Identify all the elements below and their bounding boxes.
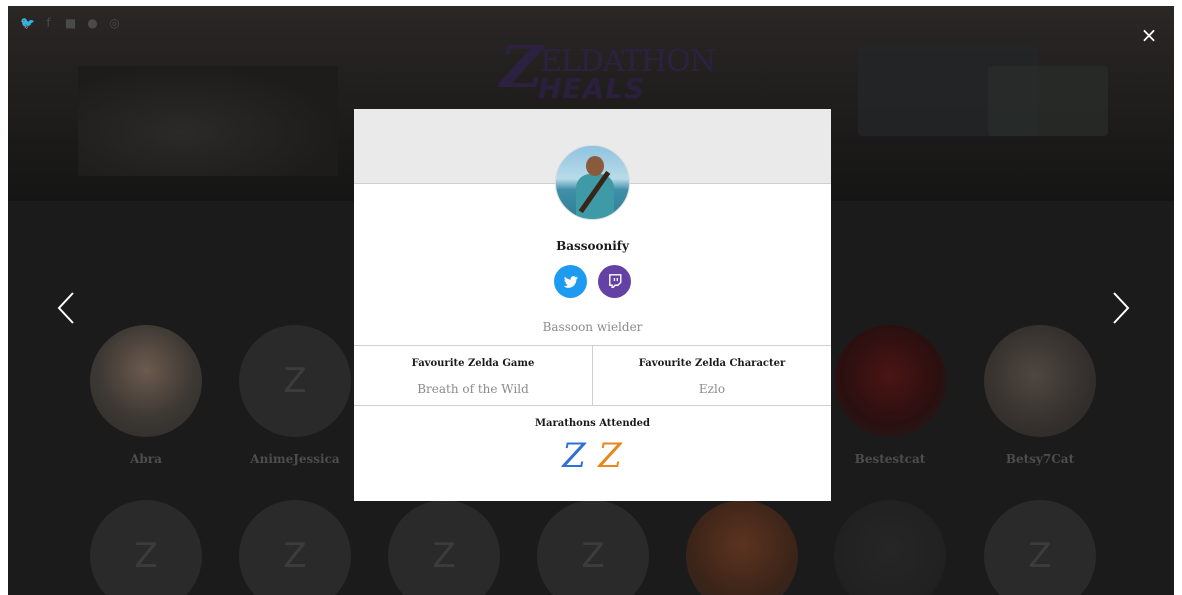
participant-avatar[interactable]: Z (388, 500, 500, 595)
participant-avatar[interactable] (834, 325, 946, 437)
participant-avatar[interactable]: Z (537, 500, 649, 595)
participant-avatar[interactable]: Z (239, 325, 351, 437)
favourite-game-title: Favourite Zelda Game (411, 358, 535, 369)
participant-avatar[interactable]: Z (239, 500, 351, 595)
participant-avatar[interactable] (834, 500, 946, 595)
participant-name[interactable]: Bestestcat (820, 452, 960, 466)
favourite-game-value: Breath of the Wild (417, 382, 529, 396)
participant-avatar[interactable] (984, 325, 1096, 437)
favourite-game-cell: Favourite Zelda Game Breath of the Wild (354, 346, 593, 405)
marathons-title: Marathons Attended (534, 418, 651, 429)
previous-arrow-icon[interactable] (56, 291, 76, 325)
favourites-row: Favourite Zelda Game Breath of the Wild … (354, 345, 831, 406)
favourite-character-cell: Favourite Zelda Character Ezlo (593, 346, 831, 405)
marathon-badges: Z Z (560, 439, 624, 473)
participant-avatar[interactable] (90, 325, 202, 437)
profile-modal: Bassoonify Bassoon wielder Favourite Zel… (354, 109, 831, 501)
avatar-head (586, 156, 604, 176)
close-button[interactable]: × (1140, 25, 1158, 45)
participant-name[interactable]: Abra (76, 452, 216, 466)
twitter-button[interactable] (554, 265, 587, 298)
profile-bio: Bassoon wielder (542, 320, 643, 334)
favourite-character-title: Favourite Zelda Character (638, 358, 786, 369)
participant-name[interactable]: AnimeJessica (225, 452, 365, 466)
participant-name[interactable]: Betsy7Cat (970, 452, 1110, 466)
twitch-button[interactable] (598, 265, 631, 298)
next-arrow-icon[interactable] (1111, 291, 1131, 325)
marathon-badge-icon: Z (562, 436, 586, 476)
marathon-badge-icon: Z (598, 436, 622, 476)
profile-username: Bassoonify (556, 239, 629, 253)
avatar-figure (576, 174, 614, 219)
favourite-character-value: Ezlo (698, 382, 726, 396)
participant-avatar[interactable]: Z (90, 500, 202, 595)
twitter-icon (563, 275, 578, 288)
twitch-icon (608, 274, 621, 288)
participant-avatar[interactable]: Z (984, 500, 1096, 595)
profile-avatar (555, 145, 630, 220)
participant-avatar[interactable] (686, 500, 798, 595)
